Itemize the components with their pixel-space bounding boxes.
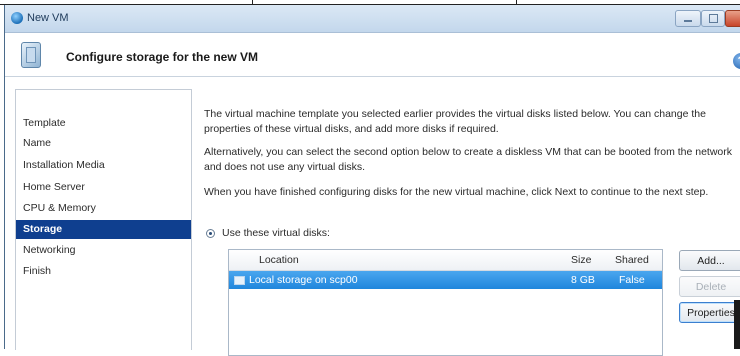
sidebar-item-cpu-memory[interactable]: CPU & Memory [16, 199, 191, 218]
virtual-disks-table[interactable]: Location Size Shared Local storage on sc… [228, 249, 663, 356]
disk-size: 8 GB [571, 274, 595, 286]
sidebar-item-home-server[interactable]: Home Server [16, 178, 191, 197]
intro-text: The virtual machine template you selecte… [204, 108, 706, 135]
column-header-location[interactable]: Location [259, 254, 299, 266]
sidebar-item-template[interactable]: Template [16, 114, 191, 133]
screen-edge [734, 300, 740, 349]
column-header-shared[interactable]: Shared [615, 254, 649, 266]
wizard-header: Configure storage for the new VM ? [5, 33, 740, 77]
new-vm-window: New VM Configure storage for the new VM … [4, 5, 740, 356]
maximize-button[interactable] [701, 10, 725, 27]
storage-content: The virtual machine template you selecte… [204, 89, 740, 356]
use-virtual-disks-label[interactable]: Use these virtual disks: [222, 227, 330, 239]
wizard-steps-sidebar: Template Name Installation Media Home Se… [15, 89, 192, 350]
sidebar-item-storage[interactable]: Storage [16, 220, 191, 239]
use-virtual-disks-radio[interactable] [206, 229, 215, 238]
window-title: New VM [27, 12, 69, 24]
storage-wizard-icon [21, 42, 41, 68]
column-header-size[interactable]: Size [571, 254, 591, 266]
close-button[interactable] [725, 10, 740, 27]
table-row[interactable]: Local storage on scp00 8 GB False [229, 271, 662, 289]
disk-location: Local storage on scp00 [249, 274, 358, 286]
add-disk-button[interactable]: Add... [679, 250, 740, 271]
diskless-text: Alternatively, you can select the second… [204, 146, 733, 173]
help-icon[interactable]: ? [733, 53, 740, 69]
sidebar-item-finish[interactable]: Finish [16, 262, 191, 281]
delete-disk-button[interactable]: Delete [679, 276, 740, 297]
outer-frame-divider [516, 0, 517, 4]
sidebar-item-name[interactable]: Name [16, 134, 191, 153]
sidebar-item-networking[interactable]: Networking [16, 241, 191, 260]
disk-icon [234, 276, 245, 285]
xen-orb-icon [11, 12, 23, 24]
disk-shared: False [619, 274, 645, 286]
sidebar-item-installation-media[interactable]: Installation Media [16, 156, 191, 175]
disk-properties-button[interactable]: Properties [679, 302, 740, 323]
page-title: Configure storage for the new VM [66, 50, 259, 64]
outer-frame-divider [252, 0, 253, 4]
title-bar[interactable]: New VM [5, 5, 740, 33]
table-header: Location Size Shared [229, 250, 662, 271]
minimize-button[interactable] [675, 10, 701, 27]
next-step-text: When you have finished configuring disks… [204, 186, 709, 198]
